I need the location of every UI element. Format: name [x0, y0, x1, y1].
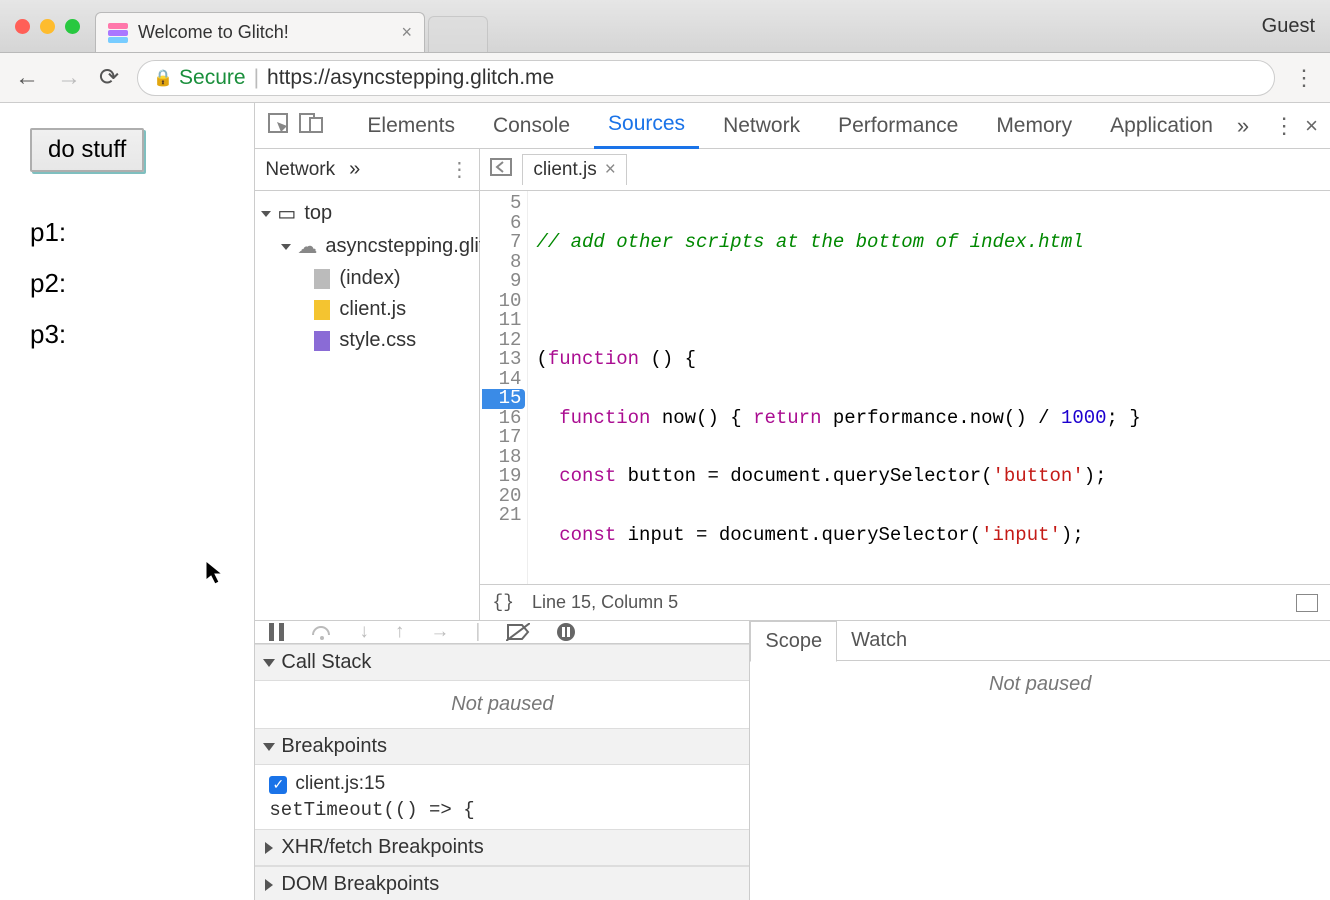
breakpoints-header[interactable]: Breakpoints: [255, 728, 749, 765]
tree-file-style[interactable]: style.css: [255, 325, 479, 356]
breakpoint-item[interactable]: ✓client.js:15 setTimeout(() => {: [255, 765, 749, 829]
tree-top[interactable]: ▭top: [255, 197, 479, 230]
forward-button[interactable]: →: [57, 64, 81, 92]
tree-domain[interactable]: ☁asyncstepping.glitc: [255, 230, 479, 263]
do-stuff-button[interactable]: do stuff: [30, 128, 144, 172]
line-gutter[interactable]: 56789101112131415161718192021: [480, 191, 528, 584]
traffic-lights: [15, 19, 80, 34]
pretty-print-icon[interactable]: {}: [492, 593, 514, 613]
navigator-tab[interactable]: Network: [265, 159, 335, 181]
devtools-close-icon[interactable]: ×: [1305, 113, 1318, 139]
tab-close-icon[interactable]: ×: [401, 22, 412, 43]
css-file-icon: [313, 330, 331, 352]
browser-toolbar: ← → ⟳ 🔒 Secure | https://asyncstepping.g…: [0, 53, 1330, 103]
step-icon[interactable]: →: [430, 621, 449, 643]
browser-tab-active[interactable]: Welcome to Glitch! ×: [95, 12, 425, 52]
window-titlebar: Welcome to Glitch! × Guest: [0, 0, 1330, 53]
back-button[interactable]: ←: [15, 64, 39, 92]
tabs-overflow-icon[interactable]: »: [1237, 113, 1249, 139]
address-bar[interactable]: 🔒 Secure | https://asyncstepping.glitch.…: [137, 60, 1275, 96]
new-tab-button[interactable]: [428, 16, 488, 52]
dom-breakpoints-header[interactable]: DOM Breakpoints: [255, 866, 749, 900]
editor-file-tab[interactable]: client.js ×: [522, 154, 626, 185]
tab-scope[interactable]: Scope: [750, 621, 837, 662]
step-into-icon[interactable]: ↓: [359, 621, 369, 643]
devtools-menu-icon[interactable]: ⋮: [1273, 113, 1295, 139]
editor-filename: client.js: [533, 159, 596, 181]
breakpoint-code: setTimeout(() => {: [269, 799, 735, 821]
file-icon: [313, 268, 331, 290]
editor-tab-close-icon[interactable]: ×: [605, 159, 616, 181]
sources-editor: client.js × 5678910111213141516171819202…: [480, 149, 1330, 620]
tab-console[interactable]: Console: [479, 104, 584, 148]
inspect-icon[interactable]: [267, 112, 289, 140]
tree-file-index[interactable]: (index): [255, 263, 479, 294]
tab-network[interactable]: Network: [709, 104, 814, 148]
lock-icon: 🔒: [153, 68, 173, 88]
debug-right-panel: Scope Watch Not paused: [750, 621, 1330, 900]
pause-icon[interactable]: [269, 623, 285, 641]
js-file-icon: [313, 299, 331, 321]
p2-text: p2:: [30, 268, 224, 299]
devtools-tabs: Elements Console Sources Network Perform…: [255, 103, 1330, 149]
reload-button[interactable]: ⟳: [99, 63, 119, 92]
device-toggle-icon[interactable]: [299, 113, 323, 139]
profile-label[interactable]: Guest: [1262, 15, 1315, 38]
tab-elements[interactable]: Elements: [353, 104, 469, 148]
debugger-controls: ↓ ↑ → |: [255, 621, 749, 644]
deactivate-breakpoints-icon[interactable]: [506, 623, 530, 641]
tab-memory[interactable]: Memory: [982, 104, 1086, 148]
sources-navigator: Network » ⋮ ▭top ☁asyncstepping.glitc (i…: [255, 149, 480, 620]
navigator-menu-icon[interactable]: ⋮: [449, 157, 469, 182]
cloud-icon: ☁: [297, 234, 317, 259]
callstack-empty: Not paused: [255, 681, 749, 728]
xhr-breakpoints-header[interactable]: XHR/fetch Breakpoints: [255, 829, 749, 866]
debug-left-panel: ↓ ↑ → | Call Stack Not paused Breakpoint…: [255, 621, 750, 900]
navigator-toggle-icon[interactable]: [490, 158, 512, 182]
url-divider: |: [254, 66, 259, 90]
url-text: https://asyncstepping.glitch.me: [267, 66, 554, 90]
tree-file-client[interactable]: client.js: [255, 294, 479, 325]
tab-application[interactable]: Application: [1096, 104, 1227, 148]
tab-sources[interactable]: Sources: [594, 102, 699, 149]
pause-on-exceptions-icon[interactable]: [556, 622, 576, 642]
navigator-overflow-icon[interactable]: »: [349, 158, 360, 181]
page-viewport: do stuff p1: p2: p3:: [0, 103, 255, 900]
maximize-window-button[interactable]: [65, 19, 80, 34]
minimize-window-button[interactable]: [40, 19, 55, 34]
editor-collapse-icon[interactable]: [1296, 594, 1318, 612]
browser-tabstrip: Welcome to Glitch! ×: [95, 0, 488, 52]
tab-watch[interactable]: Watch: [837, 621, 921, 660]
code-area[interactable]: // add other scripts at the bottom of in…: [528, 191, 1148, 584]
close-window-button[interactable]: [15, 19, 30, 34]
checkbox-icon[interactable]: ✓: [269, 776, 287, 794]
cursor-position: Line 15, Column 5: [532, 592, 678, 613]
glitch-favicon-icon: [108, 23, 128, 43]
security-label: Secure: [179, 66, 246, 90]
browser-tab-title: Welcome to Glitch!: [138, 22, 289, 43]
editor-statusbar: {} Line 15, Column 5: [480, 584, 1330, 620]
tab-performance[interactable]: Performance: [824, 104, 972, 148]
devtools-panel: Elements Console Sources Network Perform…: [255, 103, 1330, 900]
browser-menu-icon[interactable]: ⋮: [1293, 65, 1315, 91]
p3-text: p3:: [30, 319, 224, 350]
p1-text: p1:: [30, 217, 224, 248]
scope-empty: Not paused: [750, 661, 1330, 708]
step-over-icon[interactable]: [311, 623, 333, 641]
callstack-header[interactable]: Call Stack: [255, 644, 749, 681]
step-out-icon[interactable]: ↑: [395, 621, 405, 643]
